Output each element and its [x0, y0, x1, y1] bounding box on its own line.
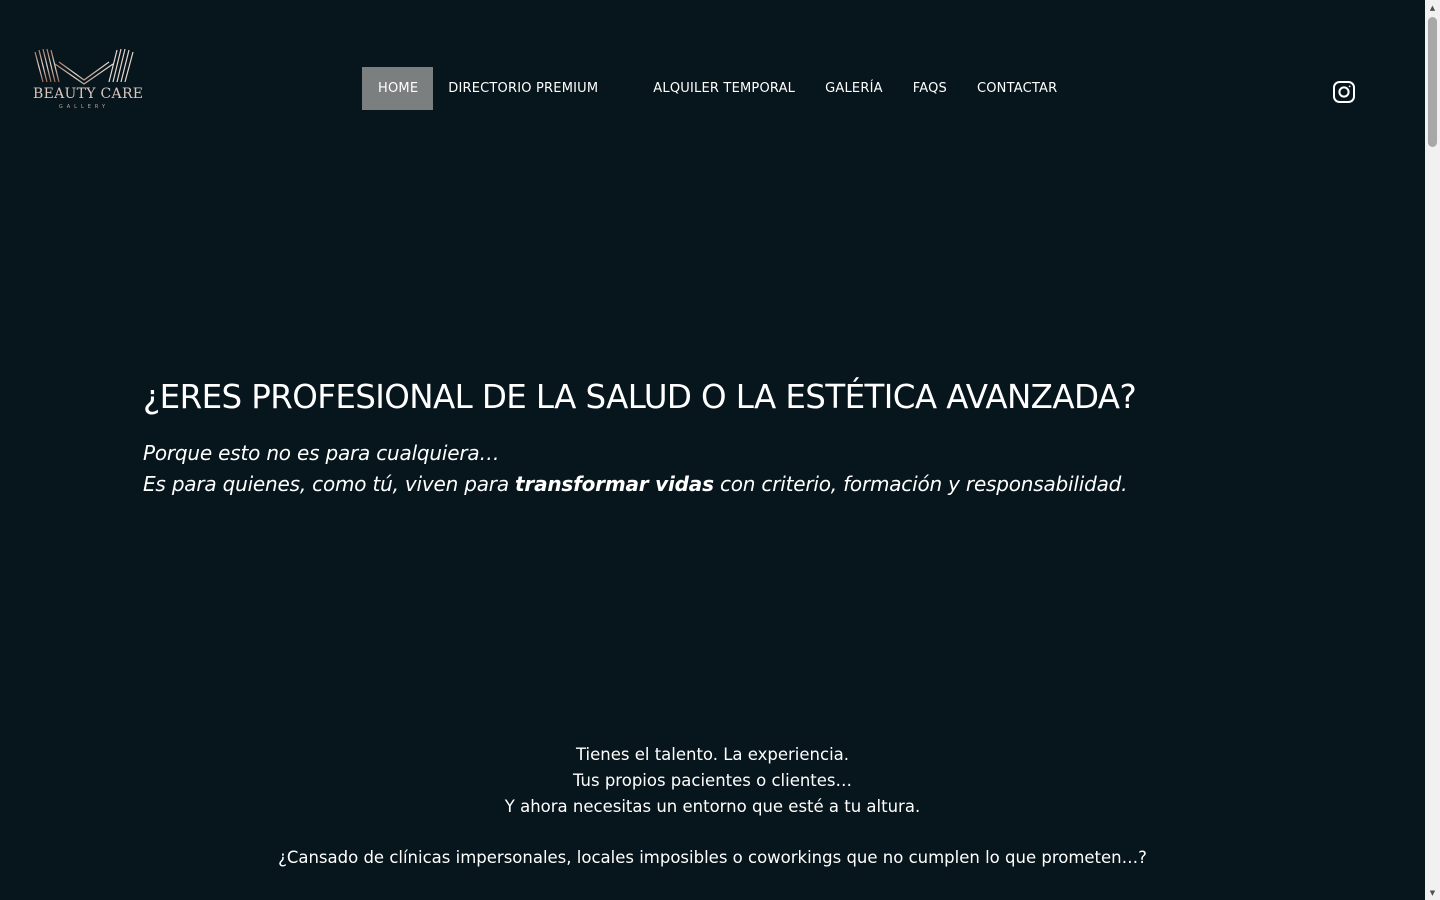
- instagram-icon[interactable]: [1332, 80, 1356, 104]
- hero-subtitle-line-2: Es para quienes, como tú, viven para tra…: [143, 469, 1128, 500]
- brand-tagline: GALLERY: [58, 104, 110, 110]
- nav-item-faqs[interactable]: FAQS: [898, 67, 962, 110]
- scroll-up-arrow-icon[interactable]: ▲: [1425, 0, 1440, 15]
- nav-item-home[interactable]: HOME: [362, 67, 434, 110]
- intro-question: ¿Cansado de clínicas impersonales, local…: [278, 848, 1147, 867]
- hero-subtitle: Porque esto no es para cualquiera… Es pa…: [143, 438, 1128, 500]
- scrollbar-thumb[interactable]: [1428, 17, 1437, 147]
- intro-line-2: Tus propios pacientes o clientes…: [572, 771, 853, 790]
- scroll-down-arrow-icon[interactable]: ▼: [1425, 885, 1440, 900]
- brand-logo[interactable]: BEAUTY CARE GALLERY: [33, 18, 144, 112]
- hero-subtitle-line-1: Porque esto no es para cualquiera…: [143, 441, 500, 465]
- page: BEAUTY CARE GALLERY HOME DIRECTORIO PREM…: [0, 0, 1425, 900]
- main-nav: HOME DIRECTORIO PREMIUM ALQUILER TEMPORA…: [362, 67, 1072, 110]
- intro-line-3: Y ahora necesitas un entorno que esté a …: [504, 797, 921, 816]
- logo-emblem: [34, 20, 134, 85]
- hero-line2-before: Es para quienes, como tú, viven para: [143, 472, 516, 496]
- nav-item-contactar[interactable]: CONTACTAR: [962, 67, 1072, 110]
- nav-item-galeria[interactable]: GALERÍA: [810, 67, 898, 110]
- brand-name: BEAUTY CARE: [33, 86, 144, 102]
- hero-line2-emphasis: transformar vidas: [515, 472, 714, 496]
- nav-item-directorio-premium[interactable]: DIRECTORIO PREMIUM: [433, 67, 638, 110]
- page-scrollbar[interactable]: ▲ ▼: [1425, 0, 1440, 900]
- intro-text: Tienes el talento. La experiencia. Tus p…: [0, 742, 1425, 820]
- hero-title: ¿ERES PROFESIONAL DE LA SALUD O LA ESTÉT…: [143, 378, 1137, 416]
- intro-line-1: Tienes el talento. La experiencia.: [575, 745, 850, 764]
- hero-line2-after: con criterio, formación y responsabilida…: [713, 472, 1128, 496]
- nav-item-alquiler-temporal[interactable]: ALQUILER TEMPORAL: [638, 67, 810, 110]
